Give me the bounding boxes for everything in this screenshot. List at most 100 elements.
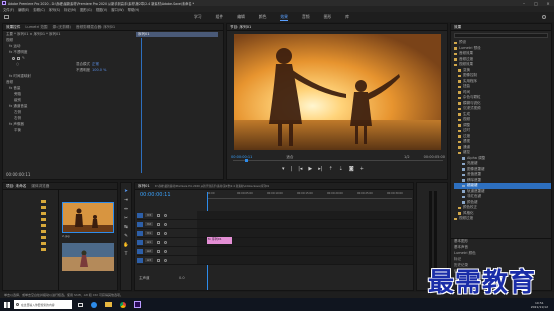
- timeline-ruler[interactable]: 00:00 00:00:05:00 00:00:10:00 00:00:15:00 00…: [207, 192, 412, 199]
- mute-icon[interactable]: [164, 258, 167, 262]
- task-view-icon[interactable]: [78, 302, 83, 307]
- menu-view[interactable]: 视图(V): [96, 7, 107, 12]
- opacity-value[interactable]: 100.0 %: [92, 68, 106, 72]
- track-target-toggle[interactable]: [137, 239, 143, 245]
- close-button[interactable]: ×: [542, 1, 554, 6]
- menu-marker[interactable]: 标记(M): [64, 7, 76, 12]
- timeline-timecode[interactable]: 00:00:00:11: [140, 192, 171, 198]
- folder-icon[interactable]: [41, 230, 46, 233]
- lock-icon[interactable]: [157, 258, 160, 262]
- mute-icon[interactable]: [164, 240, 167, 244]
- folder-icon[interactable]: [41, 236, 46, 239]
- timeline-clip[interactable]: fx 序列01: [207, 237, 232, 244]
- folder-icon[interactable]: [41, 224, 46, 227]
- folder-icon[interactable]: [41, 206, 46, 209]
- clip-chip[interactable]: 序列01: [136, 31, 218, 37]
- slip-icon[interactable]: ↹: [124, 225, 128, 230]
- mask-ellipse-icon[interactable]: [12, 56, 15, 60]
- ripple-edit-icon[interactable]: ↔: [124, 207, 128, 212]
- lock-icon[interactable]: [157, 213, 160, 217]
- export-frame-icon[interactable]: ◙: [349, 166, 354, 172]
- track-lane[interactable]: [197, 256, 413, 264]
- minimize-button[interactable]: –: [518, 1, 530, 6]
- file-explorer-icon[interactable]: [105, 302, 112, 307]
- eye-icon[interactable]: [164, 213, 167, 217]
- mute-icon[interactable]: [164, 249, 167, 253]
- mark-out-icon[interactable]: |: [291, 166, 293, 172]
- workspace-assembly[interactable]: 组件: [216, 14, 224, 21]
- track-label[interactable]: V1: [145, 231, 153, 235]
- eye-icon[interactable]: [164, 222, 167, 226]
- workspace-graphics[interactable]: 图形: [324, 14, 332, 21]
- play-icon[interactable]: ▶: [308, 166, 312, 172]
- resolution-select[interactable]: 1/2: [404, 155, 410, 159]
- tab-audio-mixer[interactable]: 音频剪辑混合器: 序列01: [76, 25, 115, 30]
- clock[interactable]: 10:51 2021/11/12: [531, 301, 548, 309]
- folder-icon[interactable]: [41, 212, 46, 215]
- track-target-toggle[interactable]: [137, 221, 143, 227]
- program-timecode[interactable]: 00:00:00:11: [231, 155, 252, 159]
- track-label[interactable]: A3: [145, 258, 153, 262]
- menu-graphics[interactable]: 图形(G): [80, 7, 92, 12]
- eye-icon[interactable]: [164, 231, 167, 235]
- workspace-color[interactable]: 颜色: [259, 14, 267, 21]
- program-scrubber[interactable]: [233, 159, 443, 162]
- chrome-icon[interactable]: [120, 301, 126, 308]
- taskbar-search[interactable]: 在这里输入你要搜索的内容: [14, 300, 72, 309]
- tab-lumetri-scopes[interactable]: Lumetri 范围: [25, 25, 47, 30]
- track-lane[interactable]: [197, 247, 413, 255]
- menu-clip[interactable]: 剪辑(C): [33, 7, 44, 12]
- clip-thumbnail[interactable]: [62, 243, 114, 271]
- fit-select[interactable]: 适合: [286, 155, 293, 160]
- track-label[interactable]: V2: [145, 222, 153, 226]
- razor-icon[interactable]: ✂: [124, 216, 128, 221]
- workspace-effects[interactable]: 效果: [280, 14, 288, 21]
- menu-file[interactable]: 文件(F): [3, 7, 14, 12]
- workspace-learn[interactable]: 学习: [194, 14, 202, 21]
- effects-tree-item[interactable]: 视频过渡: [454, 216, 551, 222]
- hand-icon[interactable]: ✋: [123, 243, 129, 248]
- folder-icon[interactable]: [41, 242, 46, 245]
- blend-mode-select[interactable]: 正常: [92, 62, 99, 67]
- track-target-toggle[interactable]: [137, 212, 143, 218]
- workspace-editing[interactable]: 编辑: [237, 14, 245, 21]
- track-lane[interactable]: [197, 229, 413, 237]
- track-target-toggle[interactable]: [137, 248, 143, 254]
- menu-help[interactable]: 帮助(H): [128, 7, 140, 12]
- add-button-icon[interactable]: +: [360, 166, 364, 172]
- tab-effect-controls[interactable]: 效果控件: [6, 25, 20, 30]
- effects-search[interactable]: [454, 33, 548, 38]
- track-select-icon[interactable]: ⇥: [124, 198, 128, 203]
- track-label[interactable]: V3: [145, 213, 153, 217]
- extract-icon[interactable]: ⇣: [339, 166, 343, 172]
- tab-program[interactable]: 节目: 序列01: [230, 25, 251, 30]
- home-icon[interactable]: [4, 15, 9, 19]
- effect-controls-timecode[interactable]: 00:00:00:11: [6, 172, 30, 177]
- step-forward-icon[interactable]: ▸|: [318, 166, 322, 172]
- lock-icon[interactable]: [157, 249, 160, 253]
- tab-project[interactable]: 项目: 未命名: [6, 184, 26, 189]
- tab-sequence[interactable]: 序列01: [138, 184, 150, 189]
- folder-icon[interactable]: [41, 218, 46, 221]
- mask-rect-icon[interactable]: [17, 56, 20, 60]
- lock-icon[interactable]: [157, 231, 160, 235]
- search-icon[interactable]: [542, 15, 546, 19]
- menu-sequence[interactable]: 序列(S): [49, 7, 60, 12]
- menu-edit[interactable]: 编辑(E): [18, 7, 29, 12]
- selection-tool-icon[interactable]: ➤: [124, 189, 128, 194]
- pen-icon[interactable]: ✎: [124, 234, 128, 239]
- lock-icon[interactable]: [157, 222, 160, 226]
- master-value[interactable]: 0.0: [179, 276, 185, 280]
- clip-thumbnail[interactable]: [62, 202, 114, 233]
- mask-pen-icon[interactable]: ✎: [22, 56, 25, 60]
- edge-icon[interactable]: [91, 301, 97, 308]
- menu-window[interactable]: 窗口(W): [111, 7, 123, 12]
- track-label[interactable]: A2: [145, 249, 153, 253]
- track-label[interactable]: A1: [145, 240, 153, 244]
- workspace-audio[interactable]: 音频: [302, 14, 310, 21]
- tab-media-browser[interactable]: 媒体浏览器: [31, 184, 49, 189]
- premiere-taskbar-icon[interactable]: [134, 301, 141, 308]
- step-back-icon[interactable]: |◂: [298, 166, 302, 172]
- lock-icon[interactable]: [157, 240, 160, 244]
- tab-source[interactable]: 源:(无剪辑): [53, 25, 71, 30]
